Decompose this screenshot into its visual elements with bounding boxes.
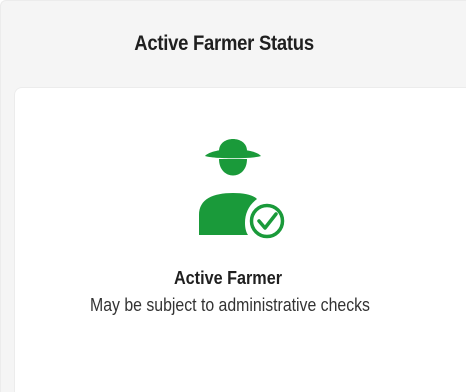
status-subtitle: May be subject to administrative checks: [90, 295, 370, 315]
farmer-verified-icon: [195, 129, 291, 249]
status-title: Active Farmer: [173, 268, 283, 288]
status-panel: Active Farmer Status Active Farmer May b…: [0, 0, 466, 392]
panel-title: Active Farmer Status: [134, 32, 314, 55]
panel-header: Active Farmer Status: [1, 1, 466, 87]
page: Active Farmer Status Active Farmer May b…: [0, 0, 466, 392]
